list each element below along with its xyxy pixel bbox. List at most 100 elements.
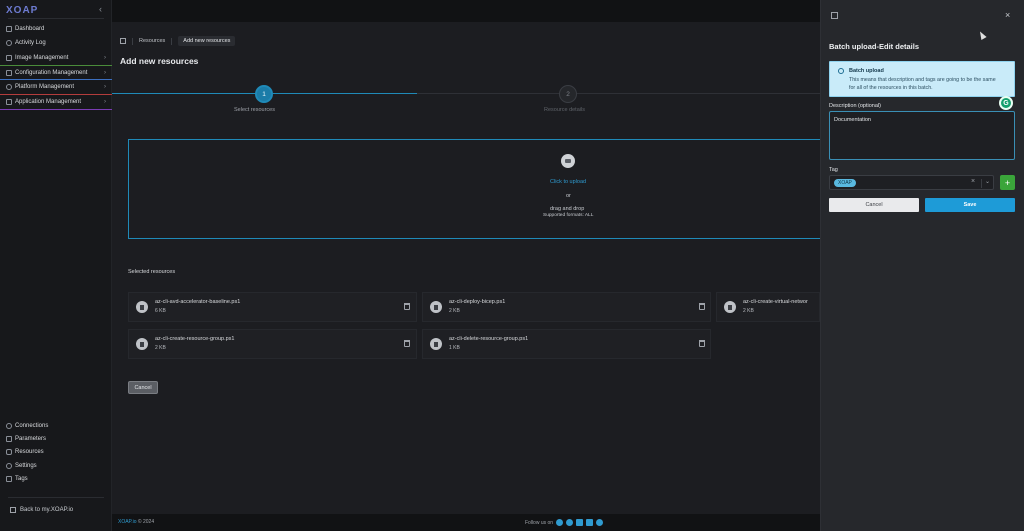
breadcrumb-resources[interactable]: Resources: [139, 38, 165, 44]
footer-brand-link[interactable]: XOAP.io: [118, 519, 137, 525]
description-label: Description (optional): [829, 103, 881, 109]
file-icon: [136, 301, 148, 313]
facebook-icon[interactable]: [556, 519, 564, 526]
sidebar-item-dashboard[interactable]: Dashboard: [0, 22, 112, 37]
sidebar-item-configuration-management[interactable]: Configuration Management ›: [0, 66, 112, 81]
or-text: or: [566, 193, 571, 199]
linkedin-icon[interactable]: [576, 519, 584, 526]
save-button[interactable]: Save: [925, 198, 1015, 212]
selected-resources-title: Selected resources: [128, 269, 176, 275]
main-content: Resources Add new resources Add new reso…: [112, 0, 820, 531]
click-to-upload-link[interactable]: Click to upload: [550, 179, 586, 185]
chevron-down-icon[interactable]: ⌄: [985, 178, 990, 185]
tag-label: Tag: [829, 167, 838, 173]
file-card: az-cli-create-virtual-networ 2 KB: [716, 292, 820, 322]
list-icon: [6, 436, 12, 443]
trash-icon[interactable]: [404, 340, 410, 347]
sidebar-item-tags[interactable]: Tags: [0, 473, 112, 486]
file-size: 6 KB: [155, 308, 166, 314]
file-dropzone[interactable]: Click to upload or drag and drop Support…: [128, 139, 820, 239]
info-title: Batch upload: [849, 68, 884, 74]
panel-title: Batch upload-Edit details: [829, 42, 920, 51]
sidebar-item-label: Dashboard: [15, 25, 45, 32]
sidebar-item-label: Parameters: [15, 436, 47, 443]
sidebar-item-label: Platform Management: [15, 84, 75, 91]
add-tag-button[interactable]: +: [1000, 175, 1015, 190]
social-links: Follow us on: [525, 519, 604, 526]
step-2-indicator: 2: [559, 85, 577, 103]
sidebar-item-label: Image Management: [15, 54, 69, 61]
collapse-sidebar-icon[interactable]: ‹: [99, 4, 102, 14]
file-card: az-cli-delete-resource-group.ps1 1 KB: [422, 329, 711, 359]
chevron-right-icon: ›: [104, 84, 106, 91]
config-icon: [6, 69, 12, 76]
file-size: 2 KB: [449, 308, 460, 314]
tag-chip[interactable]: XOAP: [834, 179, 856, 187]
home-icon[interactable]: [120, 38, 126, 44]
xoap-logo[interactable]: XOAP: [6, 5, 38, 16]
sidebar-item-label: Application Management: [15, 98, 82, 105]
chevron-right-icon: ›: [104, 54, 106, 61]
upload-icon: [561, 154, 575, 168]
image-icon: [6, 54, 12, 61]
grammarly-icon[interactable]: G: [999, 96, 1013, 110]
follow-label: Follow us on: [525, 519, 554, 526]
file-icon: [430, 301, 442, 313]
divider: [981, 179, 982, 188]
file-name: az-cli-delete-resource-group.ps1: [449, 336, 529, 342]
copyright-text: © 2024: [137, 519, 155, 525]
close-icon[interactable]: ×: [1005, 10, 1010, 20]
trash-icon[interactable]: [404, 303, 410, 310]
file-size: 2 KB: [743, 308, 754, 314]
chevron-right-icon: ›: [104, 98, 106, 105]
stepper-track: [417, 93, 820, 94]
file-size: 1 KB: [449, 345, 460, 351]
panel-cancel-button[interactable]: Cancel: [829, 198, 919, 212]
sidebar-item-parameters[interactable]: Parameters: [0, 433, 112, 446]
sidebar-item-resources[interactable]: Resources: [0, 446, 112, 459]
tag-select[interactable]: XOAP × ⌄: [829, 175, 994, 190]
breadcrumb-separator: [171, 37, 173, 45]
main-nav: Dashboard Activity Log Image Management …: [0, 22, 112, 110]
footer: XOAP.io © 2024 Follow us on: [112, 514, 820, 531]
sidebar-item-label: Activity Log: [15, 40, 46, 47]
sidebar-item-image-management[interactable]: Image Management ›: [0, 51, 112, 66]
platform-icon: [6, 84, 12, 91]
info-text: This means that description and tags are…: [849, 77, 996, 91]
link-icon: [6, 423, 12, 430]
cancel-button[interactable]: Cancel: [128, 381, 158, 394]
bottom-nav: Connections Parameters Resources Setting…: [0, 420, 112, 486]
file-card: az-cli-deploy-bicep.ps1 2 KB: [422, 292, 711, 322]
step-1-indicator: 1: [255, 85, 273, 103]
info-icon: [838, 68, 844, 74]
application-icon: [6, 98, 12, 105]
file-name: az-cli-create-virtual-networ: [743, 299, 808, 305]
file-icon: [430, 338, 442, 350]
file-name: az-cli-create-resource-group.ps1: [155, 336, 235, 342]
divider: [8, 497, 104, 498]
drag-drop-text: drag and drop: [550, 206, 585, 212]
file-icon: [136, 338, 148, 350]
gear-icon: [6, 462, 12, 469]
batch-upload-panel: × Batch upload-Edit details Batch upload…: [820, 0, 1024, 531]
sidebar: XOAP ‹ Dashboard Activity Log Image Mana…: [0, 0, 112, 531]
sidebar-item-settings[interactable]: Settings: [0, 460, 112, 473]
github-icon[interactable]: [596, 519, 604, 526]
twitter-icon[interactable]: [566, 519, 574, 526]
back-to-xoap-link[interactable]: Back to my.XOAP.io: [10, 507, 73, 513]
expand-icon[interactable]: [831, 12, 838, 19]
supported-formats: Supported formats: ALL: [543, 213, 594, 218]
trash-icon[interactable]: [699, 303, 705, 310]
file-card: az-cli-create-resource-group.ps1 2 KB: [128, 329, 417, 359]
sidebar-item-connections[interactable]: Connections: [0, 420, 112, 433]
description-textarea[interactable]: Documentation: [829, 111, 1015, 160]
breadcrumb-current: Add new resources: [178, 36, 236, 46]
back-link-label: Back to my.XOAP.io: [20, 507, 74, 513]
page-title: Add new resources: [120, 56, 199, 66]
trash-icon[interactable]: [699, 340, 705, 347]
sidebar-item-activity-log[interactable]: Activity Log: [0, 37, 112, 52]
clear-icon[interactable]: ×: [971, 178, 975, 185]
youtube-icon[interactable]: [586, 519, 594, 526]
sidebar-item-application-management[interactable]: Application Management ›: [0, 95, 112, 110]
sidebar-item-platform-management[interactable]: Platform Management ›: [0, 80, 112, 95]
